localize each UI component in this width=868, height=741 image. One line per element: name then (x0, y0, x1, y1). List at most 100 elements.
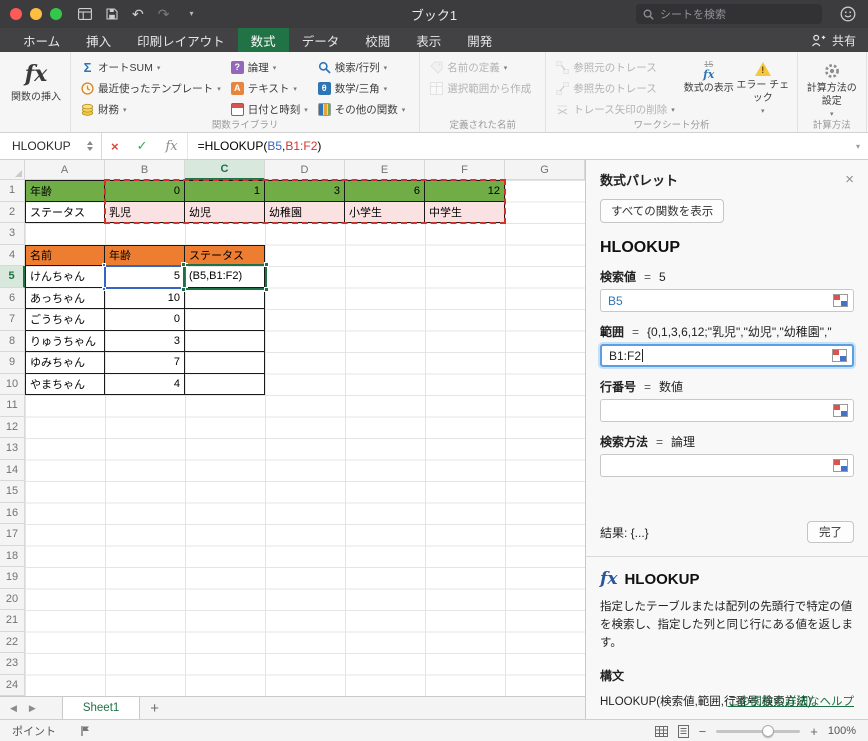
field-input-range[interactable]: B1:F2 (600, 344, 854, 367)
cell-B9[interactable]: 7 (105, 352, 185, 374)
cell-D2[interactable]: 幼稚園 (265, 201, 345, 223)
cell-E1[interactable]: 6 (345, 180, 425, 202)
row-header-2[interactable]: 2 (0, 201, 25, 223)
cell-A4[interactable]: 名前 (25, 244, 105, 266)
cell-B1[interactable]: 0 (105, 180, 185, 202)
cell-A1[interactable]: 年齢 (25, 180, 105, 202)
row-header-1[interactable]: 1 (0, 180, 25, 202)
cell-A10[interactable]: やまちゃん (25, 373, 105, 395)
cell-A2[interactable]: ステータス (25, 201, 105, 223)
column-header-F[interactable]: F (425, 160, 505, 180)
cell-A5[interactable]: けんちゃん (25, 266, 105, 288)
zoom-out-button[interactable]: − (699, 724, 707, 739)
cancel-formula-button[interactable]: × (102, 133, 128, 159)
row-header-21[interactable]: 21 (0, 610, 25, 632)
customize-toolbar-chevron-icon[interactable]: ▾ (189, 10, 193, 18)
field-input-row_number[interactable] (600, 399, 854, 422)
formula-bar-expand-chevron-icon[interactable]: ▾ (856, 142, 860, 151)
row-header-13[interactable]: 13 (0, 438, 25, 460)
cell-B7[interactable]: 0 (105, 309, 185, 331)
range-selector-icon[interactable] (833, 404, 848, 417)
row-header-23[interactable]: 23 (0, 653, 25, 675)
normal-view-icon[interactable] (654, 725, 668, 737)
row-header-4[interactable]: 4 (0, 244, 25, 266)
cell-C4[interactable]: ステータス (185, 244, 265, 266)
undo-icon[interactable]: ↶ (132, 7, 144, 21)
cell-C1[interactable]: 1 (185, 180, 265, 202)
row-header-3[interactable]: 3 (0, 223, 25, 245)
show-all-functions-button[interactable]: すべての関数を表示 (600, 199, 725, 223)
cell-B8[interactable]: 3 (105, 330, 185, 352)
row-header-10[interactable]: 10 (0, 373, 25, 395)
share-button[interactable]: 共有 (811, 28, 856, 52)
close-panel-icon[interactable]: × (845, 172, 854, 187)
zoom-in-button[interactable]: + (810, 724, 818, 739)
column-header-D[interactable]: D (265, 160, 345, 180)
cell-C10[interactable] (185, 373, 265, 395)
cell-B5[interactable]: 5 (105, 266, 185, 288)
row-header-19[interactable]: 19 (0, 567, 25, 589)
save-icon[interactable] (106, 8, 118, 20)
close-window-button[interactable] (10, 8, 22, 20)
range-selector-icon[interactable] (833, 459, 848, 472)
column-header-B[interactable]: B (105, 160, 185, 180)
cell-C2[interactable]: 幼児 (185, 201, 265, 223)
insert-function-button[interactable]: fx 関数の挿入 (9, 58, 63, 104)
column-header-A[interactable]: A (25, 160, 105, 180)
minimize-window-button[interactable] (30, 8, 42, 20)
row-header-11[interactable]: 11 (0, 395, 25, 417)
cell-C9[interactable] (185, 352, 265, 374)
row-header-9[interactable]: 9 (0, 352, 25, 374)
ribbon-tab-home[interactable]: ホーム (10, 28, 73, 52)
row-header-17[interactable]: 17 (0, 524, 25, 546)
zoom-slider-knob[interactable] (762, 724, 775, 737)
cell-A8[interactable]: りゅうちゃん (25, 330, 105, 352)
formula-input[interactable]: =HLOOKUP(B5,B1:F2) (188, 139, 868, 153)
ribbon-tab-developer[interactable]: 開発 (454, 28, 505, 52)
row-header-12[interactable]: 12 (0, 416, 25, 438)
cell-C5[interactable]: (B5,B1:F2) (185, 266, 265, 288)
cell-B10[interactable]: 4 (105, 373, 185, 395)
cell-E2[interactable]: 小学生 (345, 201, 425, 223)
row-header-8[interactable]: 8 (0, 330, 25, 352)
spreadsheet-grid[interactable]: A B C D E F G 1 2 3 4 5 6 7 8 9 10 11 12 13 14 15 16 17 18 19 20 21… (0, 160, 585, 696)
show-formulas-button[interactable]: 15 fx 数式の表示 (682, 58, 736, 96)
text-button[interactable]: A テキスト ▾ (228, 79, 311, 98)
field-input-lookup_value[interactable]: B5 (600, 289, 854, 312)
calculation-options-button[interactable]: 計算方法の設定 ▾ (805, 58, 859, 120)
cell-B6[interactable]: 10 (105, 287, 185, 309)
row-header-6[interactable]: 6 (0, 287, 25, 309)
cell-F2[interactable]: 中学生 (425, 201, 505, 223)
trace-precedents-button[interactable]: 参照元のトレース (553, 58, 678, 77)
feedback-smiley-icon[interactable] (840, 6, 856, 22)
sheet-tab-sheet1[interactable]: Sheet1 (61, 697, 141, 719)
ribbon-tab-insert[interactable]: 挿入 (73, 28, 124, 52)
confirm-formula-button[interactable]: ✓ (128, 133, 157, 159)
define-name-button[interactable]: 名前の定義 ▾ (427, 58, 534, 77)
trace-dependents-button[interactable]: 参照先のトレース (553, 79, 678, 98)
column-header-E[interactable]: E (345, 160, 425, 180)
ribbon-tab-page-layout[interactable]: 印刷レイアウト (124, 28, 238, 52)
row-header-7[interactable]: 7 (0, 309, 25, 331)
cell-B4[interactable]: 年齢 (105, 244, 185, 266)
insert-function-fx-icon[interactable]: fx (157, 133, 187, 159)
ribbon-tab-data[interactable]: データ (289, 28, 353, 52)
row-header-22[interactable]: 22 (0, 631, 25, 653)
cell-B2[interactable]: 乳児 (105, 201, 185, 223)
field-input-search_type[interactable] (600, 454, 854, 477)
redo-icon[interactable]: ↷ (158, 7, 170, 21)
ribbon-tab-view[interactable]: 表示 (403, 28, 454, 52)
recent-templates-button[interactable]: 最近使ったテンプレート ▾ (78, 79, 224, 98)
cell-A7[interactable]: ごうちゃん (25, 309, 105, 331)
select-all-corner[interactable] (0, 160, 25, 180)
search-box[interactable]: シートを検索 (636, 4, 822, 24)
math-trig-button[interactable]: θ 数学/三角 ▾ (315, 79, 409, 98)
cell-D1[interactable]: 3 (265, 180, 345, 202)
function-help-link[interactable]: この関数の詳細なヘルプ (728, 693, 855, 709)
cell-A6[interactable]: あっちゃん (25, 287, 105, 309)
row-header-24[interactable]: 24 (0, 674, 25, 696)
row-header-5[interactable]: 5 (0, 266, 25, 288)
cell-C8[interactable] (185, 330, 265, 352)
cell-C7[interactable] (185, 309, 265, 331)
name-box-stepper-icon[interactable] (87, 141, 93, 151)
